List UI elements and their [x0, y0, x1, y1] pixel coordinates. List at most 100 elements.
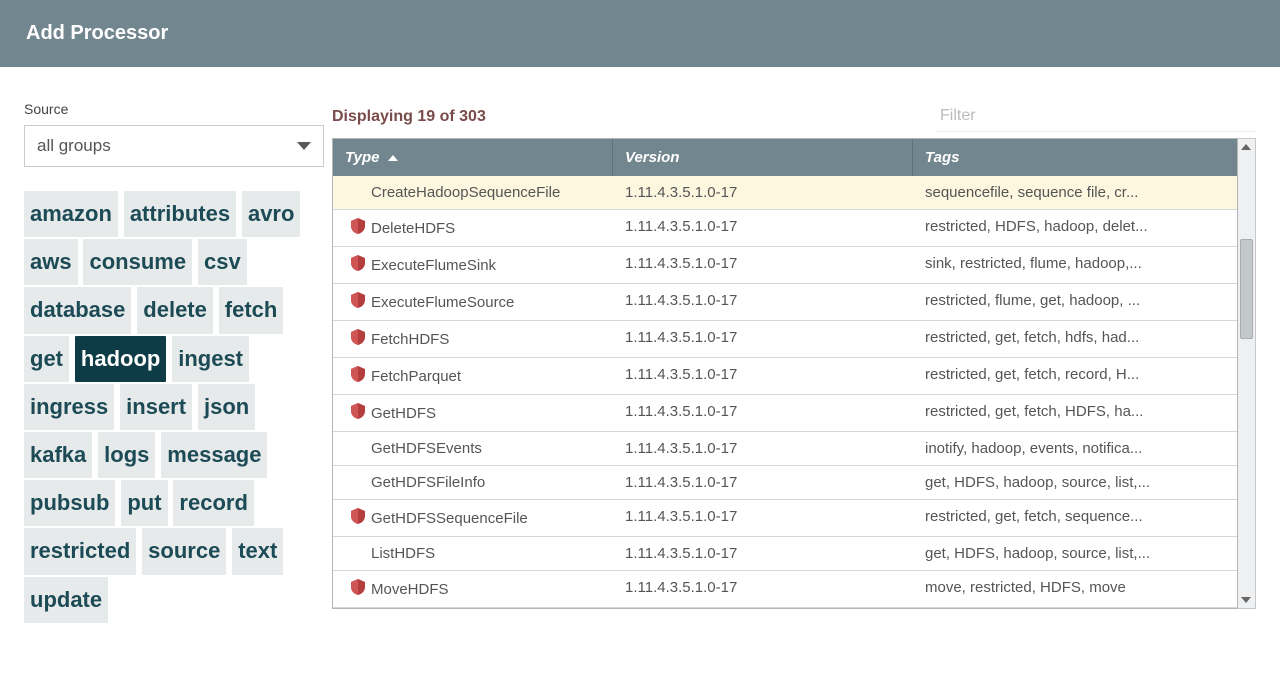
tag-pubsub[interactable]: pubsub: [24, 480, 115, 526]
tag-logs[interactable]: logs: [98, 432, 155, 478]
cell-type-text: DeleteHDFS: [371, 220, 455, 237]
cell-tags: sink, restricted, flume, hadoop,...: [913, 247, 1237, 283]
dialog-header: Add Processor: [0, 0, 1280, 67]
cell-version: 1.11.4.3.5.1.0-17: [613, 176, 913, 209]
tag-message[interactable]: message: [161, 432, 267, 478]
table-row[interactable]: ExecuteFlumeSource1.11.4.3.5.1.0-17restr…: [333, 284, 1237, 321]
tag-get[interactable]: get: [24, 336, 69, 382]
cell-type: ListHDFS: [333, 537, 613, 570]
table-row[interactable]: ExecuteFlumeSink1.11.4.3.5.1.0-17sink, r…: [333, 247, 1237, 284]
cell-type-text: CreateHadoopSequenceFile: [371, 184, 560, 201]
dialog-title: Add Processor: [26, 22, 168, 44]
cell-type: DeleteHDFS: [333, 210, 613, 246]
cell-type: CreateHadoopSequenceFile: [333, 176, 613, 209]
vertical-scrollbar[interactable]: [1238, 138, 1256, 609]
table-row[interactable]: ListHDFS1.11.4.3.5.1.0-17get, HDFS, hado…: [333, 537, 1237, 571]
tag-database[interactable]: database: [24, 287, 131, 333]
cell-version: 1.11.4.3.5.1.0-17: [613, 284, 913, 320]
table-row[interactable]: MoveHDFS 1.11.4.3.5.1.0-17move, restricte…: [333, 571, 1237, 608]
cell-tags: restricted, get, fetch, record, H...: [913, 358, 1237, 394]
cell-type-text: ExecuteFlumeSource: [371, 294, 514, 311]
restricted-shield-icon: [351, 218, 365, 238]
scroll-thumb[interactable]: [1240, 239, 1253, 339]
scroll-down-icon[interactable]: [1241, 597, 1251, 603]
tag-ingest[interactable]: ingest: [172, 336, 249, 382]
filter-input[interactable]: [936, 101, 1256, 132]
tag-amazon[interactable]: amazon: [24, 191, 118, 237]
tag-insert[interactable]: insert: [120, 384, 192, 430]
cell-version: 1.11.4.3.5.1.0-17: [613, 395, 913, 431]
left-column: Source all groups amazon attributes avro…: [24, 83, 324, 625]
cell-version: 1.11.4.3.5.1.0-17: [613, 247, 913, 283]
cell-version: 1.11.4.3.5.1.0-17: [613, 537, 913, 570]
tag-fetch[interactable]: fetch: [219, 287, 284, 333]
sort-ascending-icon: [388, 155, 398, 161]
tag-attributes[interactable]: attributes: [124, 191, 236, 237]
tag-delete[interactable]: delete: [137, 287, 213, 333]
cell-type-text: MoveHDFS: [371, 581, 449, 598]
tag-text[interactable]: text: [232, 528, 283, 574]
restricted-shield-icon: [351, 366, 365, 386]
cell-tags: inotify, hadoop, events, notifica...: [913, 432, 1237, 465]
restricted-shield-icon: [351, 403, 365, 423]
tag-ingress[interactable]: ingress: [24, 384, 114, 430]
cell-type: MoveHDFS: [333, 571, 613, 607]
tag-aws[interactable]: aws: [24, 239, 78, 285]
cell-type-text: FetchHDFS: [371, 331, 449, 348]
cell-tags: get, HDFS, hadoop, source, list,...: [913, 466, 1237, 499]
tag-avro[interactable]: avro: [242, 191, 300, 237]
tag-kafka[interactable]: kafka: [24, 432, 92, 478]
table-row[interactable]: FetchHDFS1.11.4.3.5.1.0-17restricted, ge…: [333, 321, 1237, 358]
cell-type-text: GetHDFSFileInfo: [371, 474, 485, 491]
right-column: Displaying 19 of 303 Type Version Tags C…: [332, 83, 1256, 625]
restricted-shield-icon: [351, 579, 365, 599]
cell-tags: move, restricted, HDFS, move: [913, 571, 1237, 607]
cell-tags: sequencefile, sequence file, cr...: [913, 176, 1237, 209]
tag-csv[interactable]: csv: [198, 239, 247, 285]
tag-cloud: amazon attributes avro aws consume csv d…: [24, 191, 324, 625]
column-header-type[interactable]: Type: [333, 139, 613, 176]
cell-version: 1.11.4.3.5.1.0-17: [613, 500, 913, 536]
cell-version: 1.11.4.3.5.1.0-17: [613, 466, 913, 499]
cell-version: 1.11.4.3.5.1.0-17: [613, 571, 913, 607]
table-row[interactable]: GetHDFSFileInfo 1.11.4.3.5.1.0-17get, HDF…: [333, 466, 1237, 500]
table-row[interactable]: GetHDFSEvents 1.11.4.3.5.1.0-17inotify, h…: [333, 432, 1237, 466]
restricted-shield-icon: [351, 329, 365, 349]
tag-hadoop[interactable]: hadoop: [75, 336, 166, 382]
tag-source[interactable]: source: [142, 528, 226, 574]
processor-grid: Type Version Tags CreateHadoopSequenceFi…: [332, 138, 1238, 609]
tag-consume[interactable]: consume: [83, 239, 192, 285]
restricted-shield-icon: [351, 508, 365, 528]
table-row[interactable]: GetHDFS 1.11.4.3.5.1.0-17restricted, get,…: [333, 395, 1237, 432]
column-header-tags[interactable]: Tags: [913, 139, 1237, 176]
restricted-shield-icon: [351, 292, 365, 312]
tag-put[interactable]: put: [121, 480, 167, 526]
table-row[interactable]: DeleteHDFS1.11.4.3.5.1.0-17restricted, H…: [333, 210, 1237, 247]
cell-type: GetHDFS: [333, 395, 613, 431]
cell-type: GetHDFSSequenceFile: [333, 500, 613, 536]
chevron-down-icon: [297, 142, 311, 150]
tag-update[interactable]: update: [24, 577, 108, 623]
cell-version: 1.11.4.3.5.1.0-17: [613, 432, 913, 465]
grid-header: Type Version Tags: [333, 139, 1237, 176]
cell-type-text: GetHDFS: [371, 405, 436, 422]
cell-type-text: FetchParquet: [371, 368, 461, 385]
column-header-version[interactable]: Version: [613, 139, 913, 176]
cell-tags: restricted, get, fetch, HDFS, ha...: [913, 395, 1237, 431]
cell-tags: restricted, get, fetch, sequence...: [913, 500, 1237, 536]
restricted-shield-icon: [351, 255, 365, 275]
table-row[interactable]: FetchParquet1.11.4.3.5.1.0-17restricted,…: [333, 358, 1237, 395]
cell-type-text: GetHDFSEvents: [371, 440, 482, 457]
source-label: Source: [24, 101, 324, 117]
tag-record[interactable]: record: [173, 480, 253, 526]
cell-version: 1.11.4.3.5.1.0-17: [613, 210, 913, 246]
table-row[interactable]: GetHDFSSequenceFile1.11.4.3.5.1.0-17rest…: [333, 500, 1237, 537]
cell-type: FetchParquet: [333, 358, 613, 394]
tag-json[interactable]: json: [198, 384, 255, 430]
table-row[interactable]: CreateHadoopSequenceFile 1.11.4.3.5.1.0-1…: [333, 176, 1237, 210]
scroll-up-icon[interactable]: [1241, 144, 1251, 150]
tag-restricted[interactable]: restricted: [24, 528, 136, 574]
source-select[interactable]: all groups: [24, 125, 324, 167]
dialog-body: Source all groups amazon attributes avro…: [0, 67, 1280, 625]
cell-version: 1.11.4.3.5.1.0-17: [613, 321, 913, 357]
